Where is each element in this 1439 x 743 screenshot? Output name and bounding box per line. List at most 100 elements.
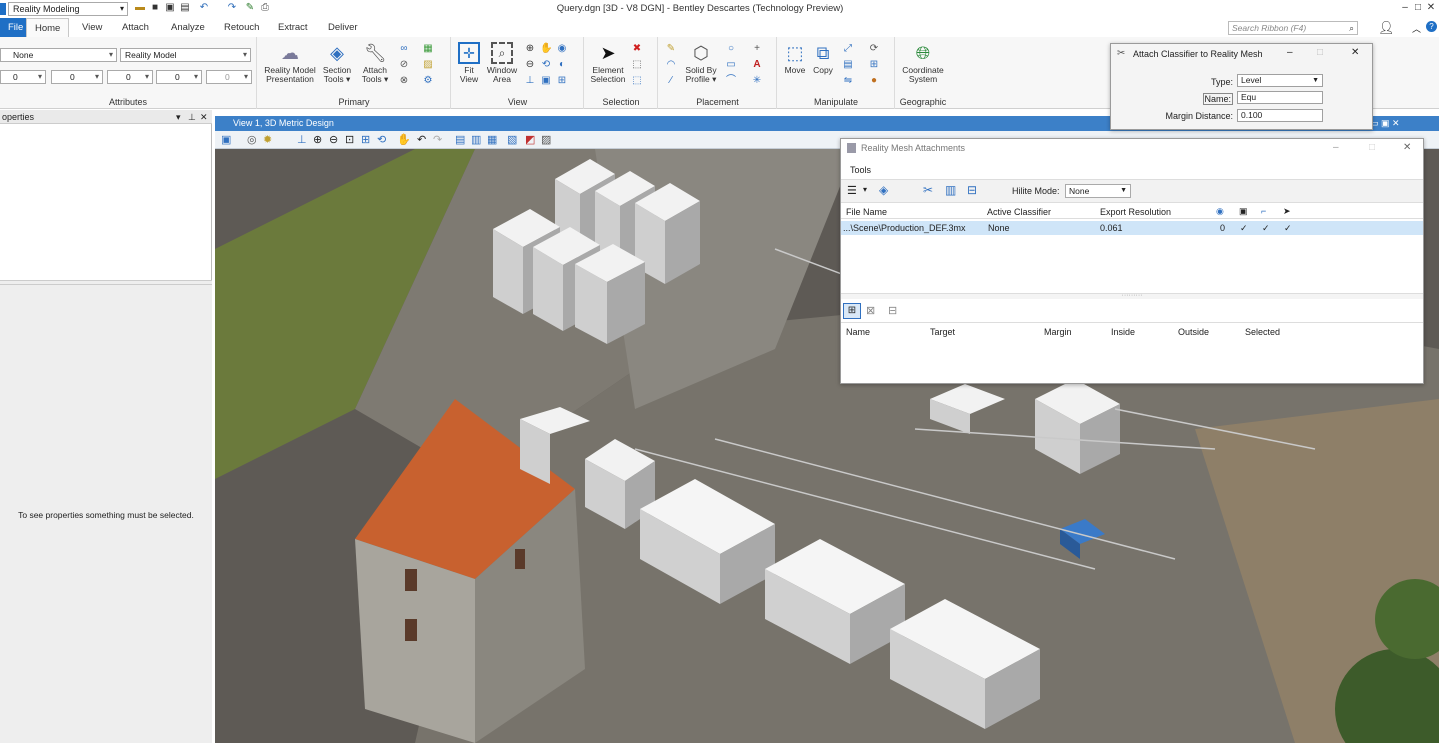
copy-button[interactable]: ⧉ Copy: [809, 42, 837, 75]
tab-home[interactable]: Home: [26, 18, 70, 37]
acd-minimize-button[interactable]: –: [1287, 47, 1293, 58]
level-combo[interactable]: None: [0, 48, 117, 62]
tab-analyze[interactable]: Analyze: [163, 18, 213, 37]
col-file-name[interactable]: File Name: [846, 207, 887, 217]
help-icon[interactable]: ?: [1426, 21, 1437, 32]
coordinate-system-button[interactable]: 🌐︎ Coordinate System: [898, 42, 948, 84]
reality-model-presentation-button[interactable]: ☁ Reality Model Presentation: [260, 42, 320, 84]
user-icon[interactable]: 👤︎: [1378, 20, 1395, 36]
change-attributes-icon[interactable]: ●: [868, 75, 880, 87]
col-active-classifier[interactable]: Active Classifier: [987, 207, 1051, 217]
transparency-combo[interactable]: 0: [156, 70, 202, 84]
previous-view-icon[interactable]: ↶: [417, 133, 426, 146]
window-icon[interactable]: ▨: [541, 133, 551, 146]
open-folder-icon[interactable]: ▬: [134, 2, 146, 14]
tree-icon[interactable]: ☰: [847, 184, 857, 197]
col-locate-icon[interactable]: ➤: [1283, 206, 1291, 217]
camera-view-icon[interactable]: ▤: [455, 133, 465, 146]
scale-icon[interactable]: ⤢: [842, 43, 854, 55]
table-row[interactable]: ...\Scene\Production_DEF.3mx None 0.061 …: [841, 221, 1423, 235]
mesh-icon[interactable]: ⊗: [398, 75, 410, 87]
redo-icon[interactable]: ↷: [226, 2, 238, 14]
pan-icon[interactable]: ✋: [540, 43, 552, 55]
col-export-resolution[interactable]: Export Resolution: [1100, 207, 1171, 217]
delete-icon[interactable]: ✖: [631, 43, 643, 55]
fence-icon[interactable]: ⬚: [631, 59, 643, 71]
col-target[interactable]: Target: [930, 327, 955, 337]
tab-deliver[interactable]: Deliver: [320, 18, 366, 37]
panel-menu-icon[interactable]: ▾: [176, 110, 181, 124]
view-restore-icons[interactable]: ▭ ▣ ✕: [1370, 118, 1400, 129]
priority-combo[interactable]: 0: [206, 70, 252, 84]
dropdown-icon[interactable]: ▾: [863, 185, 867, 194]
compress-icon[interactable]: ▤: [179, 2, 191, 14]
fit-view-small-icon[interactable]: ⊞: [361, 133, 370, 146]
clip-mask-icon[interactable]: ▦: [487, 133, 497, 146]
color-combo[interactable]: 0: [0, 70, 46, 84]
tab-extract[interactable]: Extract: [270, 18, 316, 37]
splitter[interactable]: ·········: [841, 292, 1423, 299]
name-field[interactable]: Equ: [1237, 91, 1323, 104]
col-snap-icon[interactable]: ⌐: [1261, 206, 1266, 216]
clip-volume-icon[interactable]: ▥: [471, 133, 481, 146]
lighting-icon[interactable]: ✹: [263, 133, 272, 146]
col-globe-icon[interactable]: ◉: [1216, 206, 1224, 217]
window-zoom-icon[interactable]: ⊡: [345, 133, 354, 146]
text-icon[interactable]: A: [751, 59, 763, 71]
export-icon[interactable]: ▥: [945, 183, 956, 197]
move-button[interactable]: ⬚ Move: [781, 42, 809, 75]
tab-retouch[interactable]: Retouch: [216, 18, 267, 37]
zoom-in-view-icon[interactable]: ⊕: [313, 133, 322, 146]
clip-icon[interactable]: ⊘: [398, 59, 410, 71]
circle-icon[interactable]: ○: [725, 43, 737, 55]
array-icon[interactable]: ▤: [842, 59, 854, 71]
tab-view[interactable]: View: [74, 18, 110, 37]
undo-icon[interactable]: ↶: [198, 2, 210, 14]
pan-view-icon[interactable]: ✋: [397, 133, 411, 146]
save-view-icon[interactable]: ◩: [525, 133, 535, 146]
row-display-check[interactable]: ✓: [1240, 223, 1248, 234]
print-icon[interactable]: ⎙: [259, 2, 271, 14]
rotate-icon[interactable]: ⟲: [540, 59, 552, 71]
col-name[interactable]: Name: [846, 327, 870, 337]
close-button[interactable]: ✕: [1424, 2, 1438, 14]
display-style-icon[interactable]: ◎: [247, 133, 257, 146]
remove-classifier-icon[interactable]: ⊟: [888, 304, 897, 317]
zoom-out-icon[interactable]: ⊖: [524, 59, 536, 71]
toggle-icon[interactable]: ⊥: [297, 133, 307, 146]
tab-attach[interactable]: Attach: [114, 18, 157, 37]
link-icon[interactable]: ∞: [398, 43, 410, 55]
minimize-button[interactable]: –: [1398, 2, 1412, 14]
align-icon[interactable]: ⊞: [868, 59, 880, 71]
pin-icon[interactable]: ✎: [244, 2, 256, 14]
acd-close-button[interactable]: ✕: [1351, 47, 1359, 58]
select-all-icon[interactable]: ⬚: [631, 75, 643, 87]
pin-panel-icon[interactable]: ⊥: [188, 110, 196, 124]
solid-by-profile-button[interactable]: ⬡ Solid By Profile ▾: [681, 42, 721, 84]
window-area-button[interactable]: ⌕ Window Area: [484, 42, 520, 84]
mirror-icon[interactable]: ⇋: [842, 75, 854, 87]
rma-menu-tools[interactable]: Tools: [850, 165, 871, 175]
style-combo[interactable]: 0: [51, 70, 103, 84]
chevron-up-icon[interactable]: ︿: [1412, 22, 1421, 35]
col-margin[interactable]: Margin: [1044, 327, 1072, 337]
next-view-icon[interactable]: ↷: [433, 133, 442, 146]
zoom-out-view-icon[interactable]: ⊖: [329, 133, 338, 146]
views-icon[interactable]: ⊞: [556, 75, 568, 87]
fit-view-button[interactable]: ✛ Fit View: [454, 42, 484, 84]
row-locate-check[interactable]: ✓: [1284, 223, 1292, 234]
tilt-icon[interactable]: ⊥: [524, 75, 536, 87]
view-attributes-icon[interactable]: ▣: [221, 133, 231, 146]
classifier-tool-icon[interactable]: ✂: [923, 183, 933, 197]
place-line-icon[interactable]: ✎: [665, 43, 677, 55]
curve-icon[interactable]: ⌒: [725, 75, 737, 87]
weight-combo[interactable]: 0: [107, 70, 153, 84]
point-icon[interactable]: +: [751, 43, 763, 55]
acd-maximize-button[interactable]: □: [1317, 47, 1323, 58]
rma-maximize-button[interactable]: □: [1369, 142, 1375, 153]
render-icon[interactable]: ◉: [556, 43, 568, 55]
walk-icon[interactable]: ◐: [556, 59, 568, 71]
cell-icon[interactable]: ✳: [751, 75, 763, 87]
split-icon[interactable]: ⊟: [967, 183, 977, 197]
margin-field[interactable]: 0.100: [1237, 109, 1323, 122]
